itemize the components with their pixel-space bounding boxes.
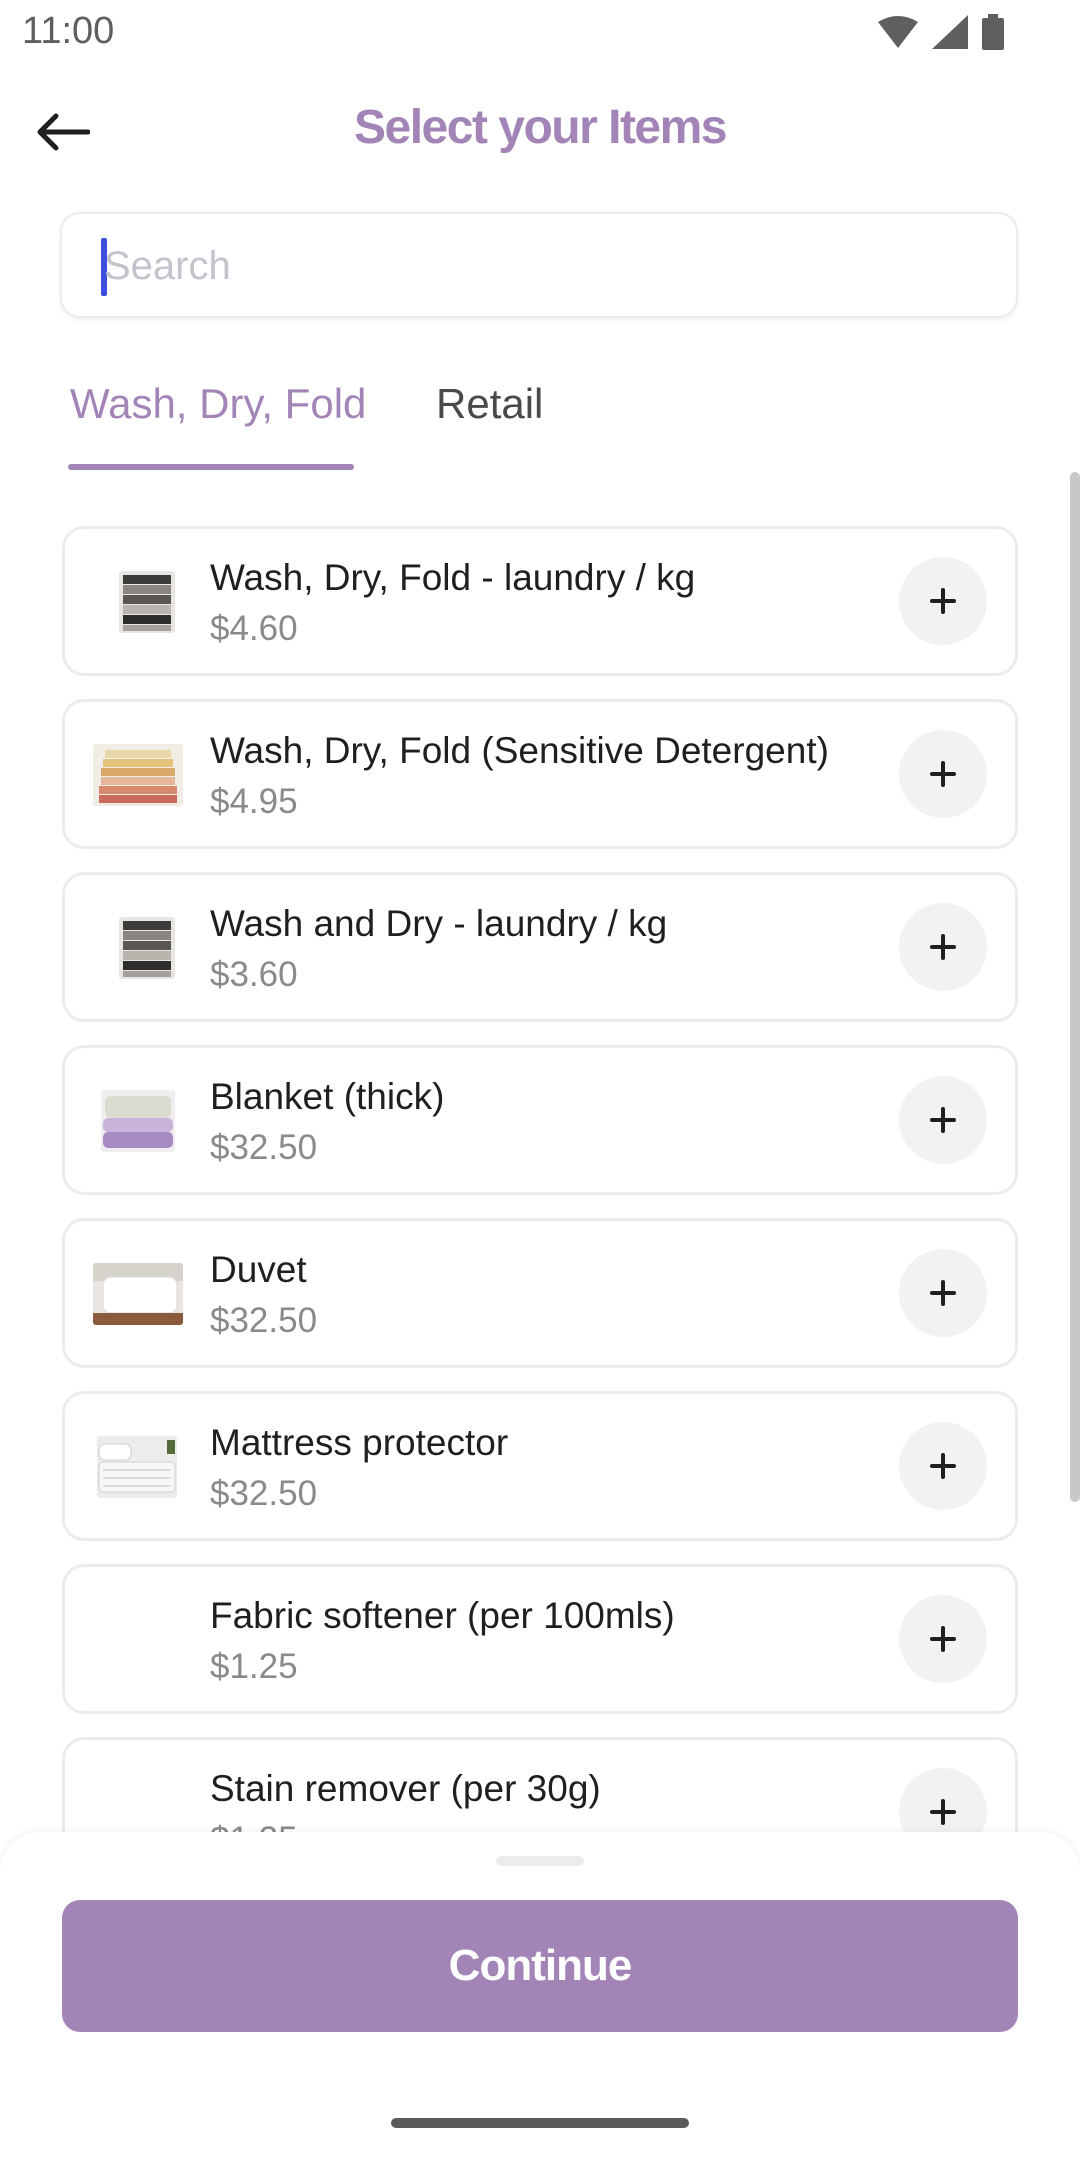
item-thumbnail <box>119 917 175 979</box>
plus-icon <box>930 1626 956 1652</box>
list-item: Wash and Dry - laundry / kg $3.60 <box>62 872 1018 1022</box>
add-button[interactable] <box>899 730 987 818</box>
plus-icon <box>930 1799 956 1825</box>
wifi-icon <box>878 16 918 48</box>
plus-icon <box>930 588 956 614</box>
item-name: Wash, Dry, Fold - laundry / kg <box>210 557 696 598</box>
item-thumbnail <box>93 1263 183 1325</box>
item-name: Fabric softener (per 100mls) <box>210 1595 675 1636</box>
item-price: $4.95 <box>210 782 298 821</box>
scrollbar[interactable] <box>1070 472 1080 1502</box>
item-price: $32.50 <box>210 1301 318 1340</box>
list-item: Fabric softener (per 100mls) $1.25 <box>62 1564 1018 1714</box>
item-name: Duvet <box>210 1249 307 1290</box>
add-button[interactable] <box>899 1076 987 1164</box>
sheet-handle[interactable] <box>496 1856 584 1866</box>
plus-icon <box>930 1280 956 1306</box>
battery-icon <box>982 14 1004 50</box>
item-name: Stain remover (per 30g) <box>210 1768 601 1809</box>
list-item: Mattress protector $32.50 <box>62 1391 1018 1541</box>
plus-icon <box>930 761 956 787</box>
item-name: Wash, Dry, Fold (Sensitive Detergent) <box>210 730 829 771</box>
home-indicator[interactable] <box>391 2118 689 2128</box>
tab-retail[interactable]: Retail <box>436 380 543 428</box>
signal-icon <box>932 15 968 49</box>
list-item: Wash, Dry, Fold (Sensitive Detergent) $4… <box>62 699 1018 849</box>
search-input[interactable] <box>102 214 986 318</box>
status-bar: 11:00 <box>0 0 1080 66</box>
add-button[interactable] <box>899 557 987 645</box>
item-name: Blanket (thick) <box>210 1076 445 1117</box>
list-item: Duvet $32.50 <box>62 1218 1018 1368</box>
list-item: Blanket (thick) $32.50 <box>62 1045 1018 1195</box>
status-icons <box>878 14 1004 50</box>
list-item: Wash, Dry, Fold - laundry / kg $4.60 <box>62 526 1018 676</box>
item-price: $1.25 <box>210 1647 298 1686</box>
tab-wash-dry-fold[interactable]: Wash, Dry, Fold <box>70 380 366 428</box>
search-box[interactable] <box>60 212 1018 318</box>
item-name: Wash and Dry - laundry / kg <box>210 903 668 944</box>
continue-button[interactable]: Continue <box>62 1900 1018 2032</box>
status-time: 11:00 <box>22 10 115 52</box>
app-bar: Select your Items <box>0 66 1080 196</box>
plus-icon <box>930 934 956 960</box>
tab-indicator <box>68 464 354 470</box>
tab-bar: Wash, Dry, Fold Retail <box>0 370 1080 474</box>
plus-icon <box>930 1453 956 1479</box>
add-button[interactable] <box>899 903 987 991</box>
item-thumbnail <box>119 571 175 633</box>
add-button[interactable] <box>899 1422 987 1510</box>
item-thumbnail <box>101 1090 175 1152</box>
item-name: Mattress protector <box>210 1422 509 1463</box>
item-price: $3.60 <box>210 955 298 994</box>
page-title: Select your Items <box>354 101 728 154</box>
item-thumbnail <box>93 744 183 806</box>
item-thumbnail <box>97 1436 177 1498</box>
add-button[interactable] <box>899 1595 987 1683</box>
plus-icon <box>930 1107 956 1133</box>
item-price: $32.50 <box>210 1474 318 1513</box>
item-price: $4.60 <box>210 609 298 648</box>
add-button[interactable] <box>899 1249 987 1337</box>
item-price: $32.50 <box>210 1128 318 1167</box>
bottom-sheet: Continue <box>0 1832 1080 2160</box>
